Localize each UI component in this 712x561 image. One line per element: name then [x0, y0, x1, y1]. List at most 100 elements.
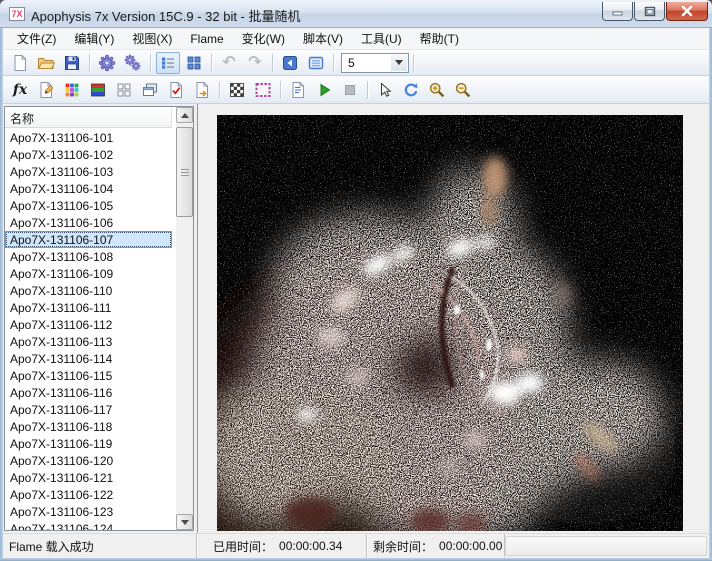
list-item[interactable]: Apo7X-131106-124	[5, 520, 172, 530]
quality-dropdown-value: 5	[348, 56, 355, 70]
list-item[interactable]: Apo7X-131106-123	[5, 503, 172, 520]
list-view-button[interactable]	[156, 52, 180, 74]
show-render-window-button[interactable]	[304, 52, 328, 74]
select-cursor-button[interactable]	[373, 79, 397, 101]
cursor-icon	[376, 81, 394, 99]
maximize-button[interactable]	[634, 2, 665, 21]
options-button[interactable]	[164, 79, 188, 101]
list-item[interactable]: Apo7X-131106-116	[5, 384, 172, 401]
toolbar-separator	[367, 81, 368, 99]
list-item[interactable]: Apo7X-131106-113	[5, 333, 172, 350]
run-script-button[interactable]	[312, 79, 336, 101]
list-item[interactable]: Apo7X-131106-102	[5, 146, 172, 163]
list-item[interactable]: Apo7X-131106-108	[5, 248, 172, 265]
list-item[interactable]: Apo7X-131106-104	[5, 180, 172, 197]
edit-pencil-icon	[37, 81, 55, 99]
open-folder-icon	[37, 54, 55, 72]
new-flame-button[interactable]	[8, 52, 32, 74]
list-item[interactable]: Apo7X-131106-115	[5, 367, 172, 384]
window-title: Apophysis 7x Version 15C.9 - 32 bit - 批量…	[31, 6, 301, 25]
play-icon	[315, 81, 333, 99]
render-batch-button[interactable]	[121, 52, 145, 74]
flame-stack-button[interactable]	[138, 79, 162, 101]
zoom-in-button[interactable]	[425, 79, 449, 101]
app-window: 7X Apophysis 7x Version 15C.9 - 32 bit -…	[0, 0, 712, 561]
redo-button[interactable]: ↷	[243, 52, 267, 74]
rotate-flame-button[interactable]	[399, 79, 423, 101]
fractal-render-image	[217, 115, 683, 531]
list-item[interactable]: Apo7X-131106-121	[5, 469, 172, 486]
zoom-out-button[interactable]	[451, 79, 475, 101]
list-item[interactable]: Apo7X-131106-105	[5, 197, 172, 214]
back-arrow-icon	[281, 54, 299, 72]
save-flame-button[interactable]	[60, 52, 84, 74]
render-frame-button[interactable]	[251, 79, 275, 101]
scroll-down-button[interactable]	[176, 514, 193, 530]
menu-item[interactable]: 帮助(T)	[411, 27, 468, 50]
menu-item[interactable]: Flame	[181, 29, 232, 49]
export-doc-icon	[193, 81, 211, 99]
full-variation-button[interactable]: fx	[8, 79, 32, 101]
list-item[interactable]: Apo7X-131106-120	[5, 452, 172, 469]
remaining-time-value: 00:00:00.00	[439, 539, 502, 553]
list-item[interactable]: Apo7X-131106-110	[5, 282, 172, 299]
open-file-button[interactable]	[34, 52, 58, 74]
menu-item[interactable]: 脚本(V)	[294, 27, 352, 50]
list-item[interactable]: Apo7X-131106-111	[5, 299, 172, 316]
dropdown-arrow-zone[interactable]	[391, 55, 407, 71]
quality-dropdown[interactable]: 5	[341, 53, 409, 73]
maximize-icon	[644, 6, 656, 17]
close-button[interactable]	[666, 2, 708, 21]
menu-item[interactable]: 文件(Z)	[8, 27, 65, 50]
list-item[interactable]: Apo7X-131106-106	[5, 214, 172, 231]
remaining-time-panel: 剩余时间： 00:00:00.00	[367, 534, 505, 558]
list-item[interactable]: Apo7X-131106-117	[5, 401, 172, 418]
render-flame-button[interactable]	[95, 52, 119, 74]
list-item[interactable]: Apo7X-131106-122	[5, 486, 172, 503]
status-bar: Flame 载入成功 已用时间： 00:00:00.34 剩余时间： 00:00…	[3, 533, 709, 558]
fx-icon: fx	[13, 83, 27, 97]
title-bar[interactable]: 7X Apophysis 7x Version 15C.9 - 32 bit -…	[0, 0, 712, 28]
menu-item[interactable]: 编辑(Y)	[65, 27, 123, 50]
scroll-up-button[interactable]	[176, 107, 193, 123]
thumbnail-view-icon	[185, 54, 203, 72]
menu-item[interactable]: 视图(X)	[123, 27, 181, 50]
close-icon	[681, 5, 693, 17]
scroll-thumb[interactable]	[176, 127, 193, 217]
flame-list-header[interactable]: 名称	[5, 107, 172, 128]
previous-flame-button[interactable]	[278, 52, 302, 74]
stop-script-button[interactable]	[338, 79, 362, 101]
menu-item[interactable]: 工具(U)	[352, 27, 411, 50]
list-scrollbar[interactable]	[176, 107, 193, 530]
stacked-windows-icon	[141, 81, 159, 99]
thumbnail-view-button[interactable]	[182, 52, 206, 74]
undo-icon: ↶	[222, 55, 235, 71]
mutation-grid-icon	[115, 81, 133, 99]
gradient-button[interactable]	[86, 79, 110, 101]
list-item[interactable]: Apo7X-131106-101	[5, 129, 172, 146]
list-item[interactable]: Apo7X-131106-103	[5, 163, 172, 180]
toolbar-separator	[219, 81, 220, 99]
thumb-grip-icon	[181, 169, 189, 177]
list-item[interactable]: Apo7X-131106-109	[5, 265, 172, 282]
mutation-button[interactable]	[112, 79, 136, 101]
list-item[interactable]: Apo7X-131106-107	[5, 231, 172, 248]
elapsed-time-label: 已用时间：	[213, 538, 273, 555]
zoom-in-icon	[428, 81, 446, 99]
list-item[interactable]: Apo7X-131106-119	[5, 435, 172, 452]
panel-splitter[interactable]	[197, 104, 198, 533]
export-flame-button[interactable]	[190, 79, 214, 101]
script-editor-button[interactable]	[286, 79, 310, 101]
flame-editor-button[interactable]	[34, 79, 58, 101]
toolbar-separator	[150, 54, 151, 72]
list-item[interactable]: Apo7X-131106-118	[5, 418, 172, 435]
adjust-palette-button[interactable]	[60, 79, 84, 101]
list-item[interactable]: Apo7X-131106-114	[5, 350, 172, 367]
toolbar-separator	[280, 81, 281, 99]
undo-button[interactable]: ↶	[217, 52, 241, 74]
list-item[interactable]: Apo7X-131106-112	[5, 316, 172, 333]
app-icon: 7X	[9, 7, 25, 21]
minimize-button[interactable]	[602, 2, 633, 21]
transparency-toggle-button[interactable]	[225, 79, 249, 101]
menu-item[interactable]: 变化(W)	[233, 27, 294, 50]
